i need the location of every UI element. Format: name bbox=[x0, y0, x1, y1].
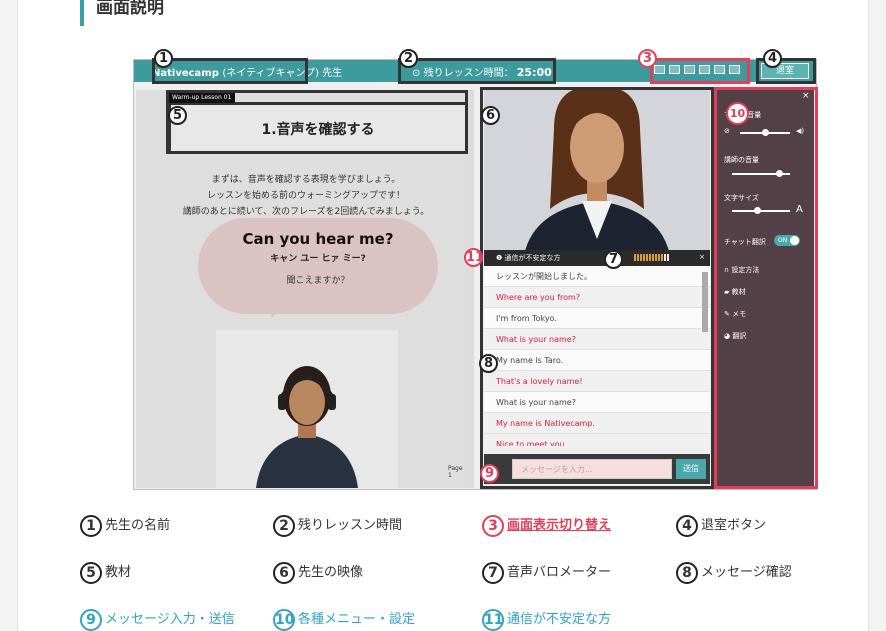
material-intro-line: レッスンを始める前のウォーミングアップです！ bbox=[206, 191, 405, 201]
callout-outline-2 bbox=[398, 58, 556, 84]
legend-item: 7 音声バロメーター bbox=[482, 561, 611, 584]
legend-number: 6 bbox=[273, 561, 295, 584]
legend-number: 5 bbox=[80, 561, 102, 584]
legend-label: 残りレッスン時間 bbox=[298, 518, 403, 533]
legend-number: 11 bbox=[482, 608, 504, 631]
phrase-english: Can you hear me? bbox=[242, 230, 394, 248]
legend-number: 8 bbox=[676, 561, 698, 584]
legend-number: 7 bbox=[482, 561, 504, 584]
legend-label: 先生の名前 bbox=[105, 518, 171, 533]
callout-outline-1 bbox=[152, 58, 308, 84]
material-intro-line: まずは、音声を確認する表現を学びましょう。 bbox=[211, 175, 401, 185]
legend-number: 10 bbox=[273, 608, 295, 631]
section-title: 画面説明 bbox=[80, 0, 164, 26]
callout-outline-3 bbox=[650, 58, 750, 84]
legend-item: 3 画面表示切り替え bbox=[482, 514, 611, 537]
badge-7: 7 bbox=[604, 250, 623, 269]
legend-number: 9 bbox=[80, 608, 102, 631]
legend-label: 音声バロメーター bbox=[507, 565, 612, 580]
legend-label: メッセージ確認 bbox=[701, 565, 792, 580]
legend-item: 10 各種メニュー・設定 bbox=[273, 608, 415, 631]
legend-item: 11 通信が不安定な方 bbox=[482, 608, 611, 631]
content-page: 画面説明 Nativecamp (ネイティブキャンプ) 先生 ⊙ 残りレッスン時… bbox=[17, 0, 869, 631]
legend-item: 5 教材 bbox=[80, 561, 131, 584]
legend-item: 4 退室ボタン bbox=[676, 514, 766, 537]
page-number: Page 1 bbox=[448, 465, 463, 479]
lesson-screen: Nativecamp (ネイティブキャンプ) 先生 ⊙ 残りレッスン時間： 25… bbox=[133, 49, 818, 490]
badge-2: 2 bbox=[399, 49, 418, 68]
legend-item: 9 メッセージ入力・送信 bbox=[80, 608, 235, 631]
badge-8: 8 bbox=[479, 354, 498, 373]
legend-number: 3 bbox=[482, 514, 504, 537]
badge-9: 9 bbox=[480, 464, 499, 483]
badge-5: 5 bbox=[168, 106, 187, 125]
legend-label: 退室ボタン bbox=[701, 518, 767, 533]
badge-4: 4 bbox=[763, 49, 782, 68]
speech-bubble: Can you hear me? キャン ユー ヒァ ミー? 聞こえますか？ bbox=[198, 218, 438, 318]
legend-number: 4 bbox=[676, 514, 698, 537]
legend-label: メッセージ入力・送信 bbox=[105, 612, 235, 627]
legend-item: 2 残りレッスン時間 bbox=[273, 514, 402, 537]
legend-label: 通信が不安定な方 bbox=[507, 612, 612, 627]
legend-number: 1 bbox=[80, 514, 102, 537]
legend-label: 先生の映像 bbox=[298, 565, 364, 580]
badge-10: 10 bbox=[726, 102, 749, 125]
callout-outline-10 bbox=[714, 87, 818, 489]
legend-label: 画面表示切り替え bbox=[507, 518, 612, 533]
legend-label: 各種メニュー・設定 bbox=[298, 612, 416, 627]
badge-11: 11 bbox=[464, 248, 485, 267]
badge-6: 6 bbox=[481, 106, 500, 125]
callout-outline-6 bbox=[480, 87, 714, 489]
badge-3: 3 bbox=[638, 49, 657, 68]
legend-label: 教材 bbox=[105, 565, 132, 580]
material-teacher-photo bbox=[216, 330, 398, 488]
legend-item: 6 先生の映像 bbox=[273, 561, 363, 584]
phrase-japanese: 聞こえますか？ bbox=[286, 276, 350, 286]
phrase-kana: キャン ユー ヒァ ミー? bbox=[270, 254, 366, 264]
legend-item: 1 先生の名前 bbox=[80, 514, 170, 537]
legend-number: 2 bbox=[273, 514, 295, 537]
legend-item: 8 メッセージ確認 bbox=[676, 561, 792, 584]
callout-outline-5 bbox=[166, 90, 468, 154]
badge-1: 1 bbox=[154, 49, 173, 68]
